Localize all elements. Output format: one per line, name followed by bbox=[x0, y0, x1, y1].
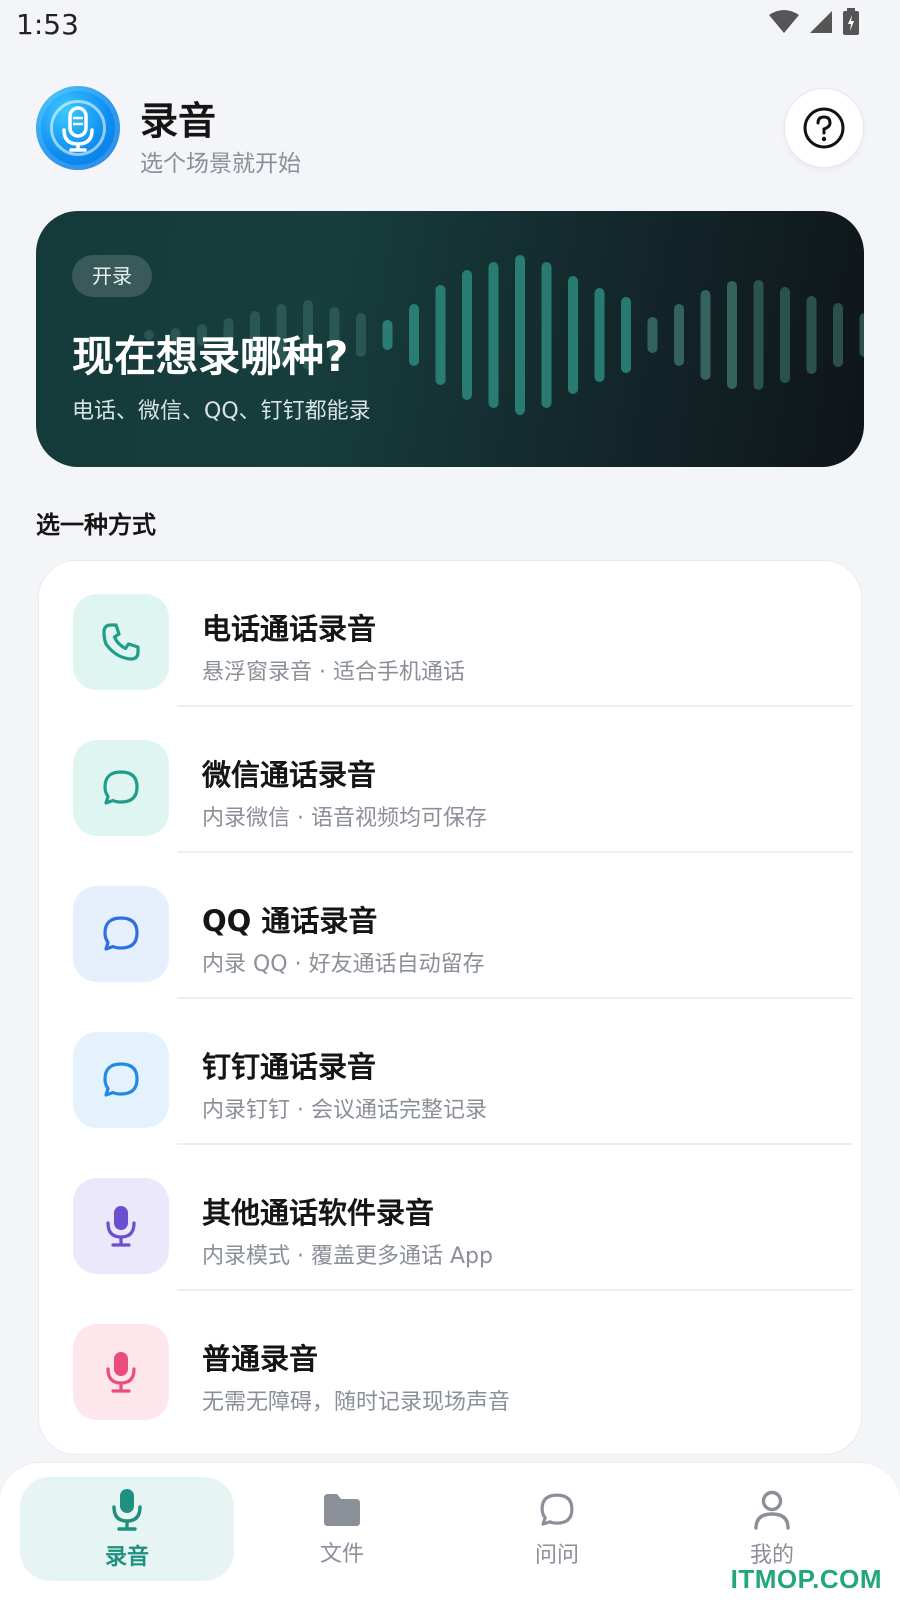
chat-bubble-icon bbox=[103, 770, 139, 805]
tab-files[interactable]: 文件 bbox=[235, 1477, 449, 1581]
wave-bar bbox=[621, 297, 631, 373]
wave-bar bbox=[568, 276, 578, 394]
wave-bar bbox=[647, 317, 658, 353]
tab-ask[interactable]: 问问 bbox=[450, 1477, 664, 1581]
option-wechat-call[interactable]: 微信通话录音 内录微信 · 语音视频均可保存 bbox=[39, 707, 863, 853]
option-icon-box bbox=[73, 740, 169, 836]
wave-bar bbox=[541, 262, 552, 408]
option-description: 内录 QQ · 好友通话自动留存 bbox=[202, 952, 485, 977]
status-time: 1:53 bbox=[16, 8, 79, 41]
wave-bar bbox=[435, 285, 446, 385]
recording-options-list: 电话通话录音 悬浮窗录音 · 适合手机通话 微信通话录音 内录微信 · 语音视频… bbox=[38, 560, 862, 1455]
banner-tag: 开录 bbox=[72, 255, 152, 297]
option-qq-call[interactable]: QQ 通话录音 内录 QQ · 好友通话自动留存 bbox=[39, 853, 863, 999]
battery-icon bbox=[843, 8, 859, 35]
option-title: 普通录音 bbox=[202, 1342, 319, 1376]
wave-bar bbox=[674, 304, 684, 366]
help-button[interactable] bbox=[784, 88, 864, 168]
section-title: 选一种方式 bbox=[36, 511, 156, 539]
app-logo bbox=[36, 86, 120, 170]
option-other-apps[interactable]: 其他通话软件录音 内录模式 · 覆盖更多通话 App bbox=[39, 1145, 863, 1291]
wave-bar bbox=[356, 313, 366, 357]
chat-bubble-icon bbox=[103, 916, 139, 951]
tab-label: 录音 bbox=[104, 1545, 149, 1570]
phone-icon bbox=[102, 623, 140, 661]
wave-bar bbox=[700, 290, 711, 380]
option-description: 悬浮窗录音 · 适合手机通话 bbox=[202, 660, 465, 685]
status-icons bbox=[768, 8, 860, 36]
option-icon-box bbox=[73, 1032, 169, 1128]
option-description: 内录微信 · 语音视频均可保存 bbox=[202, 806, 487, 831]
microphone-icon bbox=[106, 1352, 136, 1393]
question-icon bbox=[803, 107, 845, 149]
option-title: 微信通话录音 bbox=[202, 758, 377, 792]
watermark: ITMOP.COM bbox=[730, 1564, 882, 1594]
option-description: 无需无障碍，随时记录现场声音 bbox=[202, 1390, 511, 1415]
option-title: 电话通话录音 bbox=[202, 612, 377, 646]
header: 录音 选个场景就开始 bbox=[36, 86, 864, 177]
option-phone-call[interactable]: 电话通话录音 悬浮窗录音 · 适合手机通话 bbox=[39, 561, 863, 707]
option-icon-box bbox=[73, 886, 169, 982]
option-icon-box bbox=[73, 1178, 169, 1274]
wave-bar bbox=[833, 303, 843, 367]
option-dingtalk-call[interactable]: 钉钉通话录音 内录钉钉 · 会议通话完整记录 bbox=[39, 999, 863, 1145]
wave-bar bbox=[409, 304, 419, 366]
wave-bar bbox=[515, 255, 525, 415]
option-title: QQ 通话录音 bbox=[202, 904, 378, 938]
option-normal-recording[interactable]: 普通录音 无需无障碍，随时记录现场声音 bbox=[39, 1291, 863, 1437]
option-title: 钉钉通话录音 bbox=[202, 1050, 377, 1084]
wave-bar bbox=[859, 313, 864, 357]
user-icon bbox=[754, 1490, 790, 1530]
status-bar: 1:53 bbox=[0, 0, 900, 50]
banner-headline: 现在想录哪种? bbox=[72, 332, 349, 381]
microphone-icon bbox=[62, 106, 94, 152]
option-icon-box bbox=[73, 594, 169, 690]
banner-description: 电话、微信、QQ、钉钉都能录 bbox=[72, 399, 371, 424]
option-description: 内录模式 · 覆盖更多通话 App bbox=[202, 1244, 493, 1269]
tab-record[interactable]: 录音 bbox=[20, 1477, 234, 1581]
option-icon-box bbox=[73, 1324, 169, 1420]
chat-bubble-icon bbox=[540, 1493, 574, 1526]
option-description: 内录钉钉 · 会议通话完整记录 bbox=[202, 1098, 487, 1123]
microphone-icon bbox=[112, 1489, 142, 1531]
tab-label: 文件 bbox=[319, 1542, 364, 1567]
signal-icon bbox=[810, 11, 832, 33]
wifi-icon bbox=[769, 10, 799, 33]
page-title: 录音 bbox=[140, 99, 217, 143]
wave-bar bbox=[806, 296, 817, 374]
wave-bar bbox=[382, 320, 393, 350]
hero-banner[interactable]: 开录 现在想录哪种? 电话、微信、QQ、钉钉都能录 bbox=[36, 211, 864, 467]
wave-bar bbox=[780, 287, 790, 383]
option-title: 其他通话软件录音 bbox=[202, 1196, 435, 1230]
wave-bar bbox=[727, 281, 737, 389]
wave-bar bbox=[488, 262, 499, 408]
wave-bar bbox=[462, 270, 472, 400]
page-subtitle: 选个场景就开始 bbox=[140, 151, 301, 177]
wave-bar bbox=[753, 280, 764, 390]
chat-bubble-icon bbox=[103, 1062, 139, 1097]
microphone-icon bbox=[106, 1206, 136, 1247]
wave-bar bbox=[594, 288, 605, 382]
tab-label: 问问 bbox=[534, 1543, 579, 1568]
bottom-tab-bar: 录音 文件 问问 我的 ITMOP.COM bbox=[0, 1462, 900, 1601]
folder-icon bbox=[324, 1494, 360, 1526]
